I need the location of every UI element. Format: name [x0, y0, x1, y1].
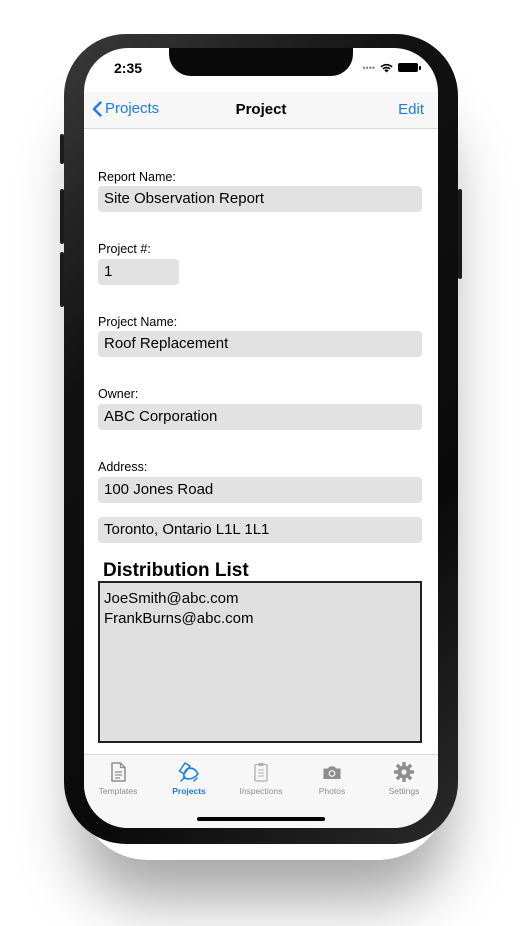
tab-bar: Templates Projects Inspections Photos Se…: [84, 754, 438, 828]
project-name-label: Project Name:: [98, 315, 178, 329]
distribution-list-title: Distribution List: [103, 560, 249, 581]
volume-up-button: [60, 189, 64, 244]
tab-label: Projects: [172, 786, 206, 796]
tab-templates[interactable]: Templates: [84, 761, 153, 796]
status-icons: ••••: [362, 62, 421, 73]
owner-field[interactable]: ABC Corporation: [98, 404, 422, 430]
address-line1-field[interactable]: 100 Jones Road: [98, 477, 422, 503]
tab-label: Settings: [388, 786, 420, 796]
mute-switch: [60, 134, 64, 164]
distribution-email: FrankBurns@abc.com: [104, 610, 254, 627]
document-icon: [111, 762, 126, 782]
project-name-field[interactable]: Roof Replacement: [98, 331, 422, 357]
tab-label: Photos: [318, 786, 346, 796]
project-number-field[interactable]: 1: [98, 259, 179, 285]
home-indicator: [197, 817, 325, 821]
battery-icon: [398, 63, 421, 72]
tab-label: Inspections: [239, 786, 283, 796]
edit-button[interactable]: Edit: [398, 101, 424, 118]
navigation-bar: Projects Project Edit: [84, 92, 438, 129]
project-number-label: Project #:: [98, 242, 151, 256]
owner-label: Owner:: [98, 387, 139, 401]
distribution-list-textarea[interactable]: JoeSmith@abc.com FrankBurns@abc.com: [98, 581, 422, 743]
distribution-email: JoeSmith@abc.com: [104, 590, 239, 607]
signal-icon: ••••: [362, 62, 375, 73]
tab-projects[interactable]: Projects: [154, 761, 224, 796]
tab-label: Templates: [98, 786, 138, 796]
phone-screen: 2:35 •••• Projects Project Edit Report N…: [84, 48, 438, 828]
report-name-label: Report Name:: [98, 170, 176, 184]
gear-icon: [394, 762, 414, 782]
address-line2-field[interactable]: Toronto, Ontario L1L 1L1: [98, 517, 422, 543]
tab-settings[interactable]: Settings: [369, 761, 438, 796]
wifi-icon: [380, 63, 393, 73]
tab-photos[interactable]: Photos: [297, 761, 367, 796]
notch: [169, 48, 353, 76]
report-name-field[interactable]: Site Observation Report: [98, 186, 422, 212]
projects-icon: [178, 762, 199, 782]
power-button: [458, 189, 462, 279]
volume-down-button: [60, 252, 64, 307]
page-title: Project: [235, 101, 287, 118]
status-time: 2:35: [114, 60, 143, 76]
clipboard-icon: [254, 763, 268, 782]
tab-inspections[interactable]: Inspections: [226, 761, 296, 796]
camera-icon: [323, 766, 341, 779]
address-label: Address:: [98, 460, 148, 474]
